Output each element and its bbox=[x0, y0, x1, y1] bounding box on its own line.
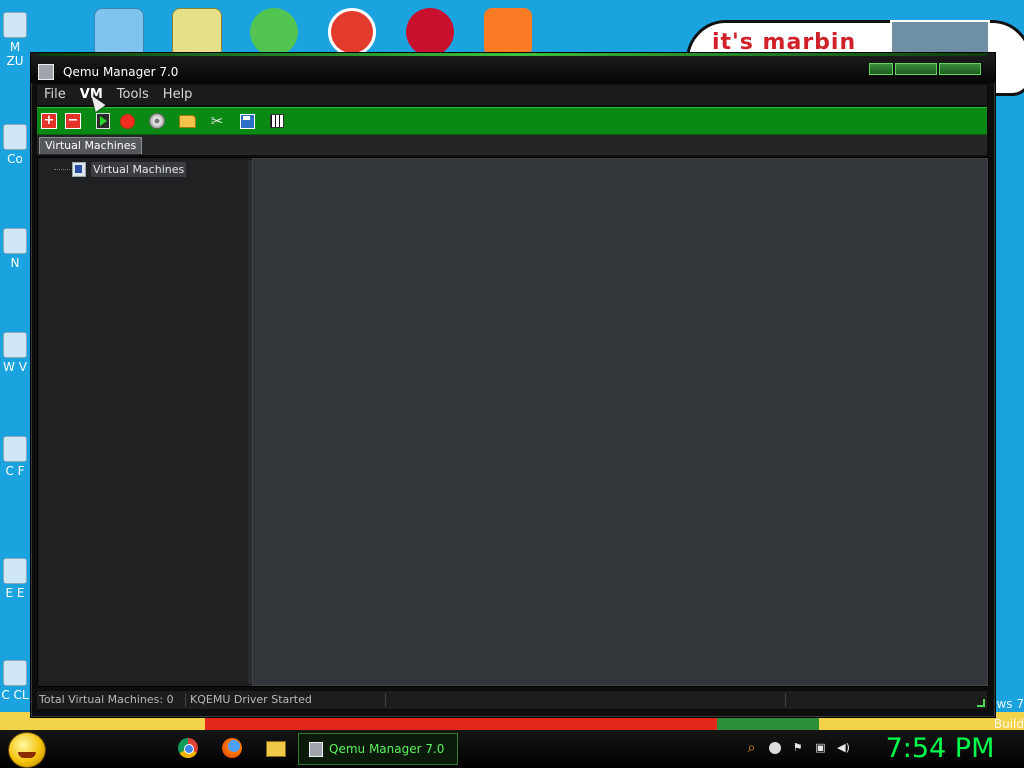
shortcut-label: C F bbox=[5, 464, 25, 478]
title-accent bbox=[39, 53, 987, 56]
save-button[interactable] bbox=[238, 112, 256, 130]
clock[interactable]: 7:54 PM bbox=[880, 732, 1000, 766]
desktop-shortcut-printer-icon[interactable] bbox=[172, 8, 222, 58]
shortcut-label: E E bbox=[5, 586, 25, 600]
taskbar: Qemu Manager 7.0 ⌕ ⚑ ▣ ◀) 7:54 PM bbox=[0, 730, 1024, 768]
taskbar-qemu-manager[interactable]: Qemu Manager 7.0 bbox=[298, 733, 458, 765]
shortcut-label: C CL bbox=[1, 688, 29, 702]
shortcut-label: M ZU bbox=[6, 40, 24, 68]
tools-icon: ✂ bbox=[210, 112, 224, 130]
menu-help[interactable]: Help bbox=[156, 85, 200, 105]
virtual-machine-icon bbox=[72, 162, 86, 177]
status-total-vms: Total Virtual Machines: 0 bbox=[39, 693, 174, 706]
remove-vm-button[interactable]: − bbox=[64, 112, 82, 130]
taskbar-item-label: Qemu Manager 7.0 bbox=[329, 742, 445, 756]
tree-connector bbox=[54, 169, 70, 170]
stop-vm-icon bbox=[119, 113, 135, 129]
remove-vm-icon: − bbox=[65, 113, 81, 129]
volume-icon[interactable]: ◀) bbox=[836, 740, 851, 755]
config-button[interactable] bbox=[268, 112, 286, 130]
cdrom-button[interactable] bbox=[148, 112, 166, 130]
open-folder-button[interactable] bbox=[178, 112, 196, 130]
status-divider bbox=[785, 693, 786, 707]
stop-vm-button[interactable] bbox=[118, 112, 136, 130]
search-icon[interactable]: ⌕ bbox=[744, 740, 759, 756]
minimize-button[interactable] bbox=[869, 63, 893, 75]
window-controls bbox=[869, 63, 981, 75]
status-divider bbox=[385, 693, 386, 707]
desktop-shortcut-left-1[interactable]: M ZU bbox=[0, 12, 30, 68]
tree-node-virtual-machines[interactable]: Virtual Machines bbox=[54, 162, 187, 177]
shortcut-icon bbox=[3, 228, 27, 254]
qemu-app-icon bbox=[309, 741, 323, 757]
window-title: Qemu Manager 7.0 bbox=[63, 65, 179, 79]
tools-button[interactable]: ✂ bbox=[208, 112, 226, 130]
tab-strip: Virtual Machines bbox=[37, 135, 987, 155]
maximize-button[interactable] bbox=[895, 63, 937, 75]
menu-tools[interactable]: Tools bbox=[110, 85, 156, 105]
cdrom-icon bbox=[149, 113, 165, 129]
config-icon bbox=[270, 114, 284, 128]
shortcut-icon bbox=[3, 124, 27, 150]
desktop-shortcut-game-icon[interactable] bbox=[250, 8, 298, 56]
app-icon[interactable] bbox=[38, 64, 54, 80]
open-folder-icon bbox=[178, 114, 196, 128]
firefox-icon[interactable] bbox=[222, 738, 242, 758]
network-icon[interactable]: ▣ bbox=[813, 740, 828, 755]
status-driver: KQEMU Driver Started bbox=[190, 693, 312, 706]
status-bar: Total Virtual Machines: 0 KQEMU Driver S… bbox=[37, 691, 987, 709]
system-tray: ⌕ ⚑ ▣ ◀) bbox=[744, 740, 851, 756]
start-button[interactable] bbox=[8, 732, 46, 768]
desktop-shortcut-notes-icon[interactable] bbox=[94, 8, 144, 58]
desktop-shortcut-p-icon[interactable] bbox=[328, 8, 376, 56]
desktop-shortcut-left-3[interactable]: N bbox=[0, 228, 30, 270]
shortcut-icon bbox=[3, 332, 27, 358]
desktop-shortcut-xampp-icon[interactable] bbox=[484, 8, 532, 56]
desktop-shortcut-left-6[interactable]: E E bbox=[0, 558, 30, 600]
resize-grip[interactable] bbox=[977, 699, 985, 707]
menu-bar: File VM Tools Help bbox=[37, 85, 987, 105]
shortcut-label: N bbox=[10, 256, 20, 270]
start-vm-button[interactable] bbox=[94, 112, 112, 130]
qemu-manager-window: Qemu Manager 7.0 File VM Tools Help + − … bbox=[30, 52, 996, 718]
title-bar[interactable]: Qemu Manager 7.0 bbox=[31, 53, 995, 83]
menu-file[interactable]: File bbox=[37, 85, 73, 105]
vm-detail-panel bbox=[252, 158, 988, 686]
close-button[interactable] bbox=[939, 63, 981, 75]
desktop-shortcut-left-4[interactable]: W V bbox=[0, 332, 30, 374]
tree-node-label: Virtual Machines bbox=[91, 162, 187, 177]
desktop-shortcut-left-5[interactable]: C F bbox=[0, 436, 30, 478]
shortcut-icon bbox=[3, 436, 27, 462]
vm-tree-panel[interactable]: Virtual Machines bbox=[40, 160, 248, 684]
shortcut-label: W V bbox=[3, 360, 27, 374]
messenger-icon[interactable] bbox=[767, 740, 782, 755]
chrome-icon[interactable] bbox=[178, 738, 198, 758]
shortcut-label: Co bbox=[7, 152, 23, 166]
shortcut-icon bbox=[3, 660, 27, 686]
add-vm-button[interactable]: + bbox=[40, 112, 58, 130]
add-vm-icon: + bbox=[41, 113, 57, 129]
explorer-icon[interactable] bbox=[266, 741, 286, 757]
messenger-dot bbox=[768, 741, 781, 754]
save-icon bbox=[239, 113, 255, 129]
desktop-shortcut-devcpp-icon[interactable] bbox=[406, 8, 454, 56]
shortcut-icon bbox=[3, 558, 27, 584]
main-content: Virtual Machines bbox=[37, 157, 989, 687]
flag-icon[interactable]: ⚑ bbox=[790, 740, 805, 755]
desktop-shortcut-left-7[interactable]: C CL bbox=[0, 660, 30, 702]
tab-virtual-machines[interactable]: Virtual Machines bbox=[39, 137, 143, 154]
desktop-shortcut-left-2[interactable]: Co bbox=[0, 124, 30, 166]
shortcut-icon bbox=[3, 12, 27, 38]
status-divider bbox=[185, 693, 186, 707]
toolbar: + − ✂ bbox=[37, 107, 987, 135]
start-vm-icon bbox=[96, 113, 110, 129]
